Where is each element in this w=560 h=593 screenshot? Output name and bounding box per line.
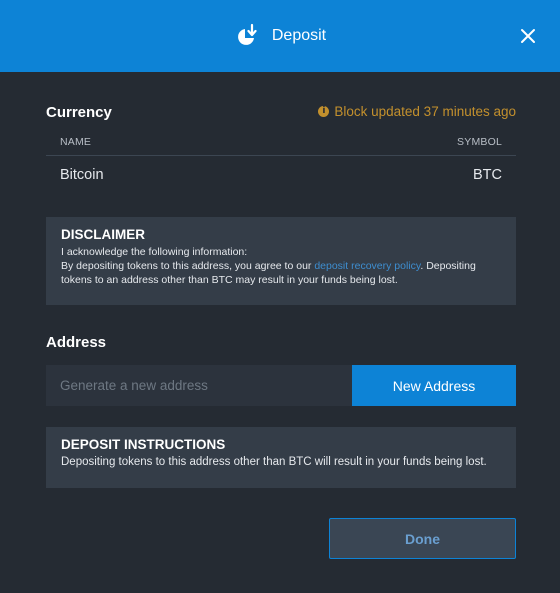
disclaimer-body: By depositing tokens to this address, yo… xyxy=(61,259,501,287)
instructions-text: Depositing tokens to this address other … xyxy=(61,456,487,468)
close-button[interactable] xyxy=(516,24,540,48)
column-header-symbol: SYMBOL xyxy=(457,135,502,148)
deposit-icon xyxy=(237,23,257,45)
currency-symbol-cell: BTC xyxy=(473,167,502,183)
block-updated-text: Block updated 37 minutes ago xyxy=(334,104,516,119)
column-header-name: NAME xyxy=(60,135,92,148)
instructions-title: DEPOSIT INSTRUCTIONS xyxy=(61,437,226,452)
disclaimer-ack-line: I acknowledge the following information: xyxy=(61,246,248,258)
table-row: Bitcoin BTC xyxy=(46,156,516,194)
address-input[interactable] xyxy=(46,365,352,406)
currency-table: NAME SYMBOL Bitcoin BTC xyxy=(46,128,516,194)
currency-section-title: Currency xyxy=(46,104,112,121)
address-section-title: Address xyxy=(46,334,107,351)
disclaimer-panel: DISCLAIMER I acknowledge the following i… xyxy=(46,217,516,305)
disclaimer-text-before-link: By depositing tokens to this address, yo… xyxy=(61,260,315,272)
deposit-instructions-panel: DEPOSIT INSTRUCTIONS Depositing tokens t… xyxy=(46,427,516,488)
block-updated-status: i Block updated 37 minutes ago xyxy=(318,104,516,119)
header-title-group: Deposit xyxy=(234,23,326,49)
currency-name-cell: Bitcoin xyxy=(60,167,104,183)
table-header: NAME SYMBOL xyxy=(46,128,516,156)
new-address-button[interactable]: New Address xyxy=(352,365,516,406)
info-icon: i xyxy=(318,106,330,117)
modal-header: Deposit xyxy=(0,0,560,72)
done-button[interactable]: Done xyxy=(329,518,516,559)
modal-title: Deposit xyxy=(271,27,327,44)
deposit-recovery-policy-link[interactable]: deposit recovery policy xyxy=(314,260,420,272)
close-icon[interactable] xyxy=(520,28,536,44)
disclaimer-title: DISCLAIMER xyxy=(61,227,145,242)
